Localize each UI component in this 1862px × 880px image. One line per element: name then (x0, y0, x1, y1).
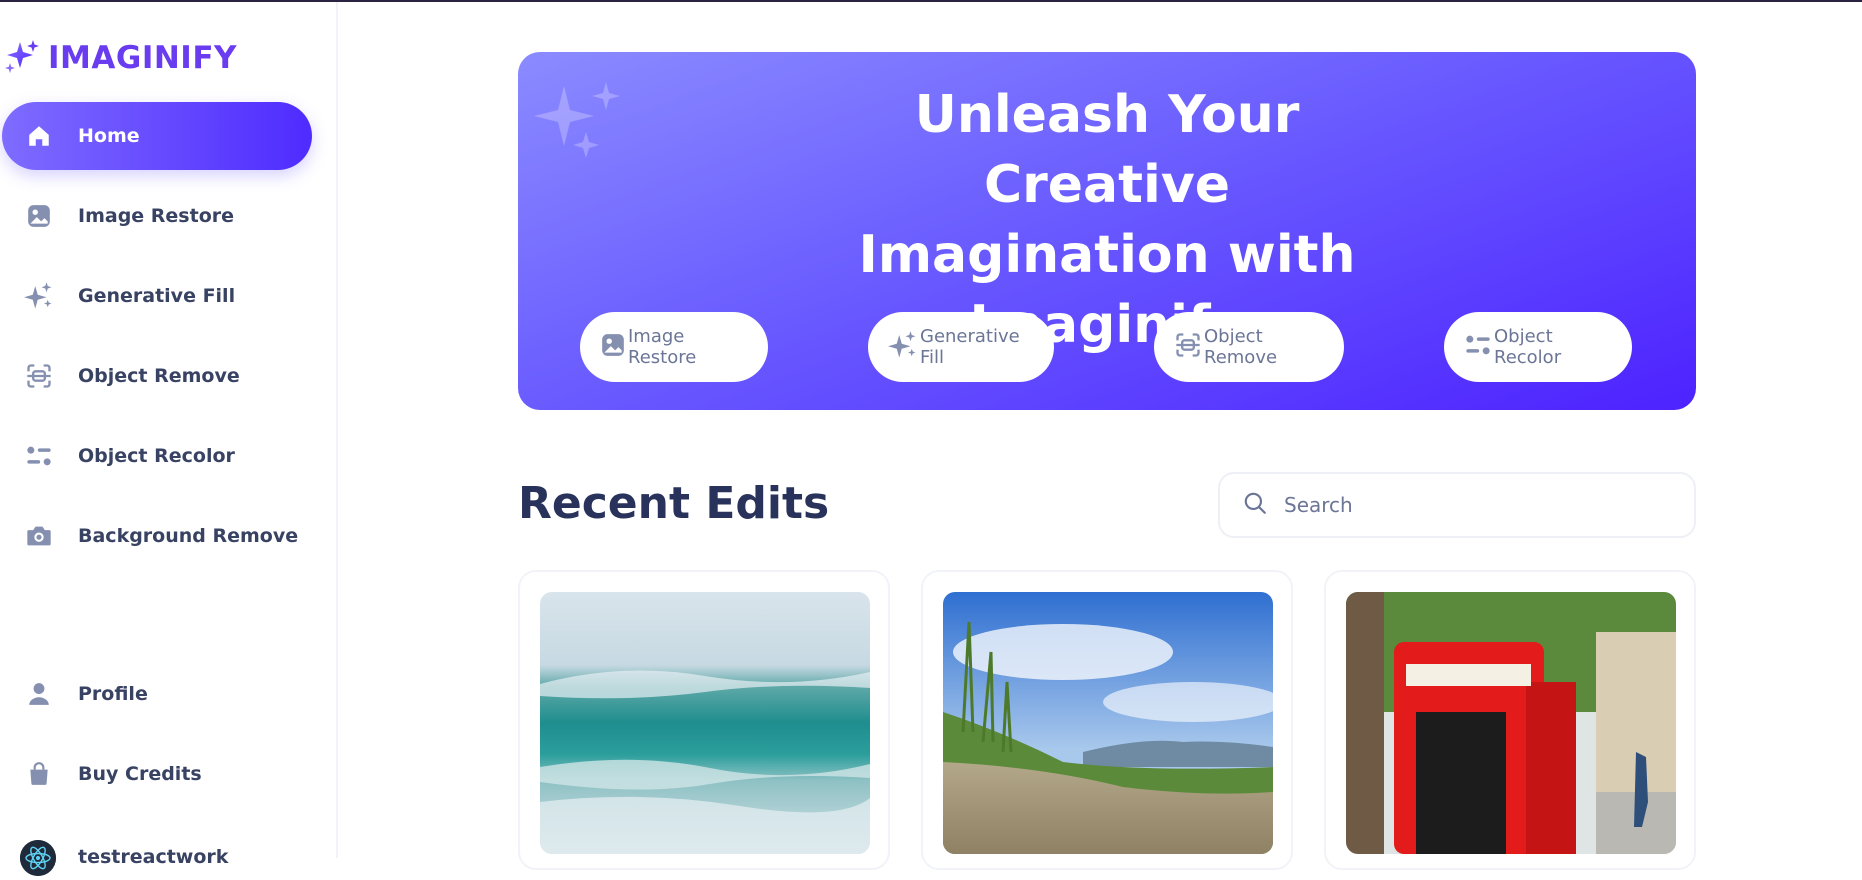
hero-banner: Unleash Your Creative Imagination with I… (518, 52, 1696, 410)
sidebar-item-label: Object Recolor (78, 445, 235, 467)
sidebar-item-buy-credits[interactable]: Buy Credits (2, 740, 312, 808)
sparkles-icon (22, 279, 56, 313)
quick-link-object-recolor[interactable]: Object Recolor (1444, 312, 1632, 382)
logo-text: IMAGINIFY (48, 40, 237, 76)
filter-icon (1464, 331, 1492, 364)
scan-icon (22, 359, 56, 393)
search-box[interactable] (1218, 472, 1696, 538)
grass-landscape-image[interactable] (943, 592, 1273, 854)
sidebar-item-label: Buy Credits (78, 763, 202, 785)
image-icon (22, 199, 56, 233)
quick-link-image-restore[interactable]: Image Restore (580, 312, 768, 382)
image-card[interactable] (1324, 570, 1696, 870)
ocean-wave-image[interactable] (540, 592, 870, 854)
quick-link-label: Object Remove (1204, 326, 1278, 368)
sidebar-item-label: Home (78, 125, 140, 147)
sparkles-logo-icon (2, 36, 42, 80)
sidebar-item-object-recolor[interactable]: Object Recolor (2, 422, 312, 490)
quick-link-label: Object Recolor (1494, 326, 1562, 368)
quick-link-label: Image Restore (628, 326, 697, 368)
sidebar: IMAGINIFY Home Image Restore Generative … (0, 2, 338, 876)
bag-icon (22, 757, 56, 791)
user-name: testreactwork (78, 846, 229, 868)
logo[interactable]: IMAGINIFY (2, 38, 237, 78)
image-card[interactable] (921, 570, 1293, 870)
quick-link-generative-fill[interactable]: Generative Fill (868, 312, 1054, 382)
search-icon (1242, 490, 1268, 520)
home-icon (22, 119, 56, 153)
profile-icon (22, 677, 56, 711)
telephone-booth-image[interactable] (1346, 592, 1676, 854)
banner-title-line: Unleash Your Creative (914, 85, 1300, 215)
quick-link-object-remove[interactable]: Object Remove (1154, 312, 1344, 382)
avatar[interactable] (20, 840, 56, 876)
image-icon (600, 332, 626, 363)
sidebar-item-object-remove[interactable]: Object Remove (2, 342, 312, 410)
sidebar-item-home[interactable]: Home (2, 102, 312, 170)
sidebar-item-label: Object Remove (78, 365, 240, 387)
sidebar-item-label: Profile (78, 683, 148, 705)
banner-title-line: Imagination with (858, 225, 1356, 285)
search-input[interactable] (1284, 493, 1644, 517)
camera-icon (22, 519, 56, 553)
scan-icon (1174, 331, 1202, 364)
sidebar-item-label: Generative Fill (78, 285, 236, 307)
sidebar-item-profile[interactable]: Profile (2, 660, 312, 728)
sidebar-item-label: Background Remove (78, 525, 299, 547)
image-card[interactable] (518, 570, 890, 870)
sparkles-icon (888, 330, 918, 365)
sidebar-item-generative-fill[interactable]: Generative Fill (2, 262, 312, 330)
quick-link-label: Generative Fill (920, 326, 1020, 368)
sidebar-item-background-remove[interactable]: Background Remove (2, 502, 312, 570)
recent-edits-title: Recent Edits (518, 478, 830, 529)
sidebar-item-label: Image Restore (78, 205, 235, 227)
sidebar-item-image-restore[interactable]: Image Restore (2, 182, 312, 250)
filter-icon (22, 439, 56, 473)
